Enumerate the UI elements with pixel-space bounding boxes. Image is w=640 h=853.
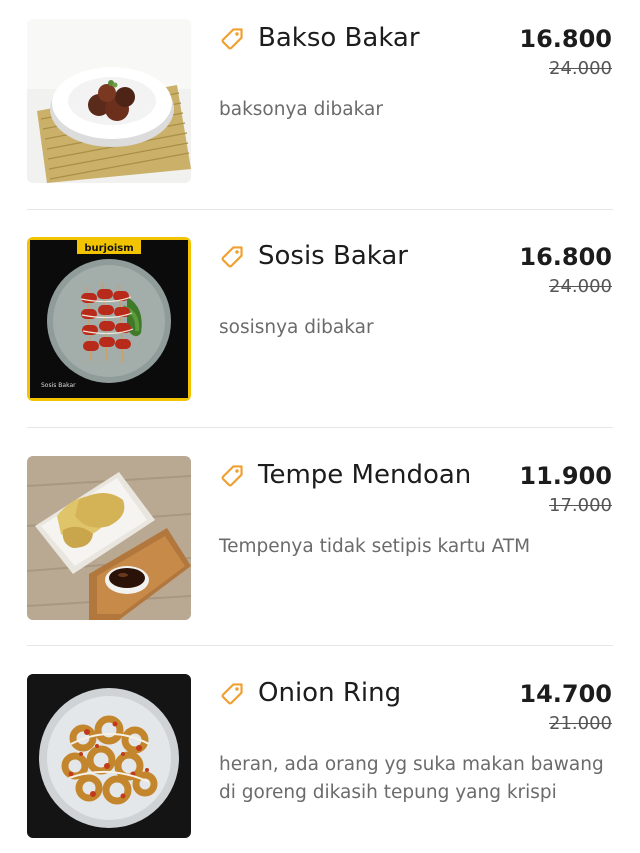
image-caption: Sosis Bakar [41,382,76,389]
item-name: Onion Ring [258,678,402,708]
menu-item-tempe-mendoan[interactable]: Tempe Mendoan 11.900 17.000 Tempenya tid… [0,437,640,655]
item-original-price: 24.000 [549,58,612,79]
discount-tag-icon [219,26,245,52]
item-price: 16.800 [519,25,612,53]
item-description: heran, ada orang yg suka makan bawang di… [219,754,604,803]
menu-item-bakso-bakar[interactable]: Bakso Bakar 16.800 24.000 baksonya dibak… [0,0,640,218]
item-description: Tempenya tidak setipis kartu ATM [219,536,531,557]
menu-item-sosis-bakar[interactable]: burjoism Sosis Bakar Sosis Bakar 16.800 … [0,218,640,436]
menu-list: Bakso Bakar 16.800 24.000 baksonya dibak… [0,0,640,853]
item-original-price: 17.000 [549,495,612,516]
divider [27,427,613,428]
tempe-mendoan-photo[interactable] [27,456,191,620]
item-price: 11.900 [519,462,612,490]
item-description: sosisnya dibakar [219,317,374,338]
bakso-bakar-image [27,19,191,183]
sosis-bakar-photo[interactable]: burjoism Sosis Bakar [27,237,191,401]
tempe-mendoan-image [27,456,191,620]
sosis-bakar-image: burjoism Sosis Bakar [27,237,191,401]
item-price: 16.800 [519,243,612,271]
menu-item-onion-ring[interactable]: Onion Ring 14.700 21.000 heran, ada oran… [0,655,640,853]
divider [27,645,613,646]
bakso-bakar-photo[interactable] [27,19,191,183]
divider [27,209,613,210]
image-brand-label: burjoism [84,243,133,254]
discount-tag-icon [219,681,245,707]
item-name: Sosis Bakar [258,241,408,271]
discount-tag-icon [219,463,245,489]
discount-tag-icon [219,244,245,270]
onion-ring-image [27,674,191,838]
item-original-price: 21.000 [549,713,612,734]
item-name: Tempe Mendoan [258,460,472,490]
item-description: baksonya dibakar [219,99,383,120]
item-original-price: 24.000 [549,276,612,297]
item-name: Bakso Bakar [258,23,420,53]
item-price: 14.700 [519,680,612,708]
onion-ring-photo[interactable] [27,674,191,838]
